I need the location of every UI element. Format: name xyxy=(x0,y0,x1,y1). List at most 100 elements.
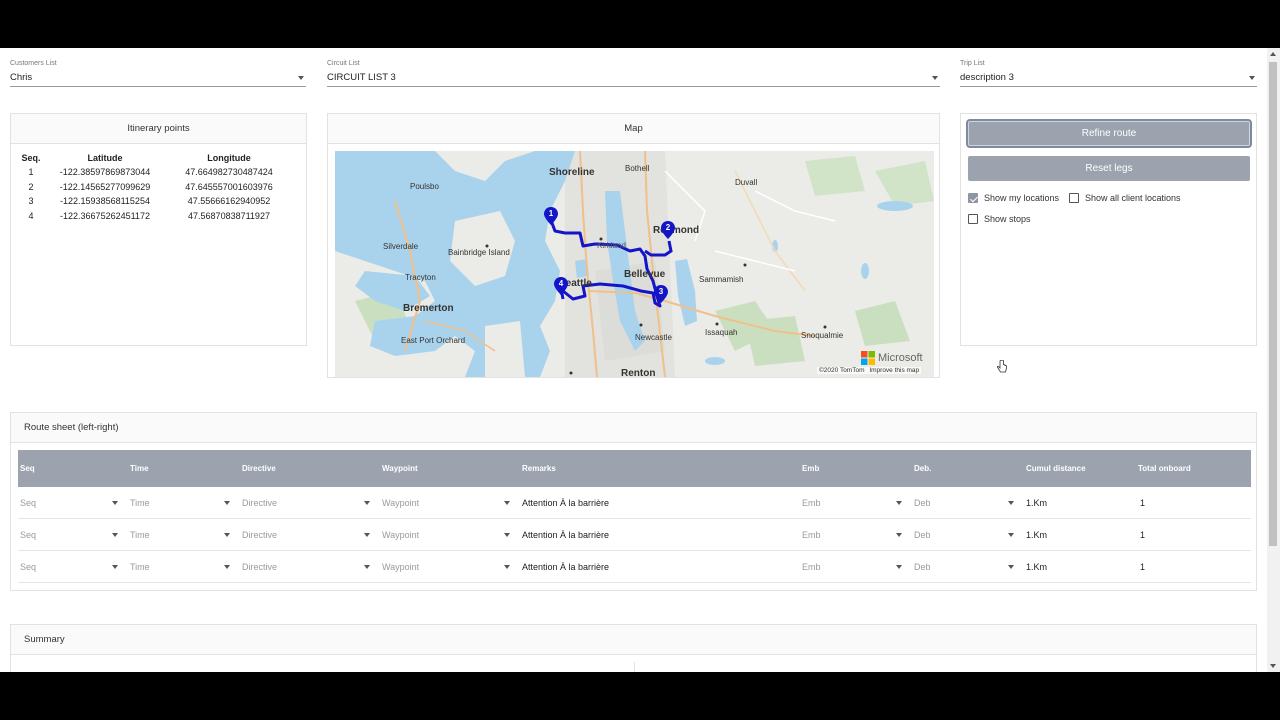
map-label-eastport: East Port Orchard xyxy=(401,336,466,345)
chevron-down-icon[interactable] xyxy=(364,533,370,537)
itinerary-lon: 47.55666162940952 xyxy=(187,196,271,207)
customers-select[interactable]: Customers List Chris xyxy=(10,60,306,87)
emb-select[interactable]: Emb xyxy=(802,562,821,572)
chevron-down-icon[interactable] xyxy=(224,533,230,537)
deb-select[interactable]: Deb xyxy=(914,562,931,572)
show-my-locations-checkbox[interactable] xyxy=(968,193,978,203)
scroll-down-icon[interactable] xyxy=(1270,664,1276,668)
col-header-seq: Seq xyxy=(20,464,35,473)
chevron-down-icon[interactable] xyxy=(896,533,902,537)
waypoint-select[interactable]: Waypoint xyxy=(382,498,419,508)
trip-select[interactable]: Trip List description 3 xyxy=(960,60,1257,87)
chevron-down-icon[interactable] xyxy=(932,76,938,80)
show-all-client-locations-option[interactable]: Show all client locations xyxy=(1069,193,1181,203)
map-pin-label: 3 xyxy=(658,287,664,296)
seq-select[interactable]: Seq xyxy=(20,530,36,540)
map-label-poulsbo: Poulsbo xyxy=(410,182,439,191)
map-label-bellevue: Bellevue xyxy=(624,269,666,280)
chevron-down-icon[interactable] xyxy=(504,501,510,505)
col-header-waypoint: Waypoint xyxy=(382,464,418,473)
seq-select[interactable]: Seq xyxy=(20,562,36,572)
map-pin-3[interactable]: 3 xyxy=(654,285,668,303)
deb-select[interactable]: Deb xyxy=(914,498,931,508)
app-viewport: Customers List Chris Circuit List CIRCUI… xyxy=(0,48,1280,672)
circuit-select-underline xyxy=(327,86,940,87)
map-label-duvall: Duvall xyxy=(735,178,758,187)
refine-route-button[interactable]: Refine route xyxy=(966,119,1252,148)
waypoint-select[interactable]: Waypoint xyxy=(382,530,419,540)
show-my-locations-label: Show my locations xyxy=(984,193,1060,203)
chevron-down-icon[interactable] xyxy=(1008,501,1014,505)
itinerary-header-lat: Latitude xyxy=(87,153,123,163)
waypoint-select[interactable]: Waypoint xyxy=(382,562,419,572)
cumul-distance-cell: 1.Km xyxy=(1026,498,1048,508)
improve-map-link[interactable]: Improve this map xyxy=(869,367,919,374)
chevron-down-icon[interactable] xyxy=(224,565,230,569)
itinerary-seq: 1 xyxy=(28,167,34,178)
map-label-issaquah: Issaquah xyxy=(705,328,738,337)
remarks-cell: Attention À la barrière xyxy=(522,530,610,540)
chevron-down-icon[interactable] xyxy=(1008,565,1014,569)
chevron-down-icon[interactable] xyxy=(364,565,370,569)
show-stops-checkbox[interactable] xyxy=(968,214,978,224)
scroll-up-icon[interactable] xyxy=(1270,52,1276,56)
itinerary-header-seq: Seq. xyxy=(21,153,41,163)
summary-card: Summary xyxy=(10,624,1257,672)
chevron-down-icon[interactable] xyxy=(112,565,118,569)
circuit-select-value: CIRCUIT LIST 3 xyxy=(327,72,396,83)
time-select[interactable]: Time xyxy=(130,530,150,540)
map-label-redmond: Redmond xyxy=(653,225,700,236)
chevron-down-icon[interactable] xyxy=(112,501,118,505)
map-label-renton: Renton xyxy=(621,368,656,377)
emb-select[interactable]: Emb xyxy=(802,498,821,508)
chevron-down-icon[interactable] xyxy=(298,76,304,80)
show-my-locations-option[interactable]: Show my locations xyxy=(968,193,1059,203)
chevron-down-icon[interactable] xyxy=(1249,76,1255,80)
directive-select[interactable]: Directive xyxy=(242,562,277,572)
seq-select[interactable]: Seq xyxy=(20,498,36,508)
map-label-shoreline: Shoreline xyxy=(549,167,595,178)
chevron-down-icon[interactable] xyxy=(364,501,370,505)
table-row: 2 -122.14565277099629 47.645557001603976 xyxy=(19,180,291,195)
itinerary-lon: 47.645557001603976 xyxy=(185,181,273,192)
col-header-time: Time xyxy=(130,464,149,473)
deb-select[interactable]: Deb xyxy=(914,530,931,540)
circuit-select-label: Circuit List xyxy=(327,60,360,67)
map-canvas[interactable]: Shoreline Bothell Duvall Poulsbo Redmond… xyxy=(335,151,934,377)
chevron-down-icon[interactable] xyxy=(112,533,118,537)
show-all-client-locations-checkbox[interactable] xyxy=(1069,193,1079,203)
map-label-sammamish: Sammamish xyxy=(699,275,744,284)
reset-legs-button[interactable]: Reset legs xyxy=(968,156,1250,181)
map-attribution: ©2020 TomTom Improve this map xyxy=(817,367,922,374)
chevron-down-icon[interactable] xyxy=(224,501,230,505)
chevron-down-icon[interactable] xyxy=(504,533,510,537)
route-sheet-card: Route sheet (left-right) Seq Time Direct… xyxy=(10,412,1257,591)
map-pin-1[interactable]: 1 xyxy=(544,207,558,225)
circuit-select[interactable]: Circuit List CIRCUIT LIST 3 xyxy=(327,60,940,87)
chevron-down-icon[interactable] xyxy=(1008,533,1014,537)
chevron-down-icon[interactable] xyxy=(504,565,510,569)
map-copyright: ©2020 TomTom xyxy=(819,367,865,374)
directive-select[interactable]: Directive xyxy=(242,530,277,540)
scroll-thumb[interactable] xyxy=(1269,62,1277,546)
map-label-newcastle: Newcastle xyxy=(635,333,672,342)
col-header-onboard: Total onboard xyxy=(1138,464,1191,473)
directive-select[interactable]: Directive xyxy=(242,498,277,508)
table-row: 3 -122.15938568115254 47.55666162940952 xyxy=(19,194,291,209)
col-header-remarks: Remarks xyxy=(522,464,556,473)
chevron-down-icon[interactable] xyxy=(896,565,902,569)
map-card: Map Shoreline Bothell Duvall Poulsbo Red… xyxy=(327,113,940,378)
time-select[interactable]: Time xyxy=(130,498,150,508)
show-stops-option[interactable]: Show stops xyxy=(968,214,1031,224)
time-select[interactable]: Time xyxy=(130,562,150,572)
emb-select[interactable]: Emb xyxy=(802,530,821,540)
show-all-client-locations-label: Show all client locations xyxy=(1085,193,1181,203)
chevron-down-icon[interactable] xyxy=(896,501,902,505)
customers-select-underline xyxy=(10,86,306,87)
map-label-bothell: Bothell xyxy=(625,164,650,173)
page-scrollbar[interactable] xyxy=(1267,48,1280,672)
map-pin-2[interactable]: 2 xyxy=(661,221,675,239)
remarks-cell: Attention À la barrière xyxy=(522,562,610,572)
cumul-distance-cell: 1.Km xyxy=(1026,562,1048,572)
map-pin-4[interactable]: 4 xyxy=(554,277,568,295)
